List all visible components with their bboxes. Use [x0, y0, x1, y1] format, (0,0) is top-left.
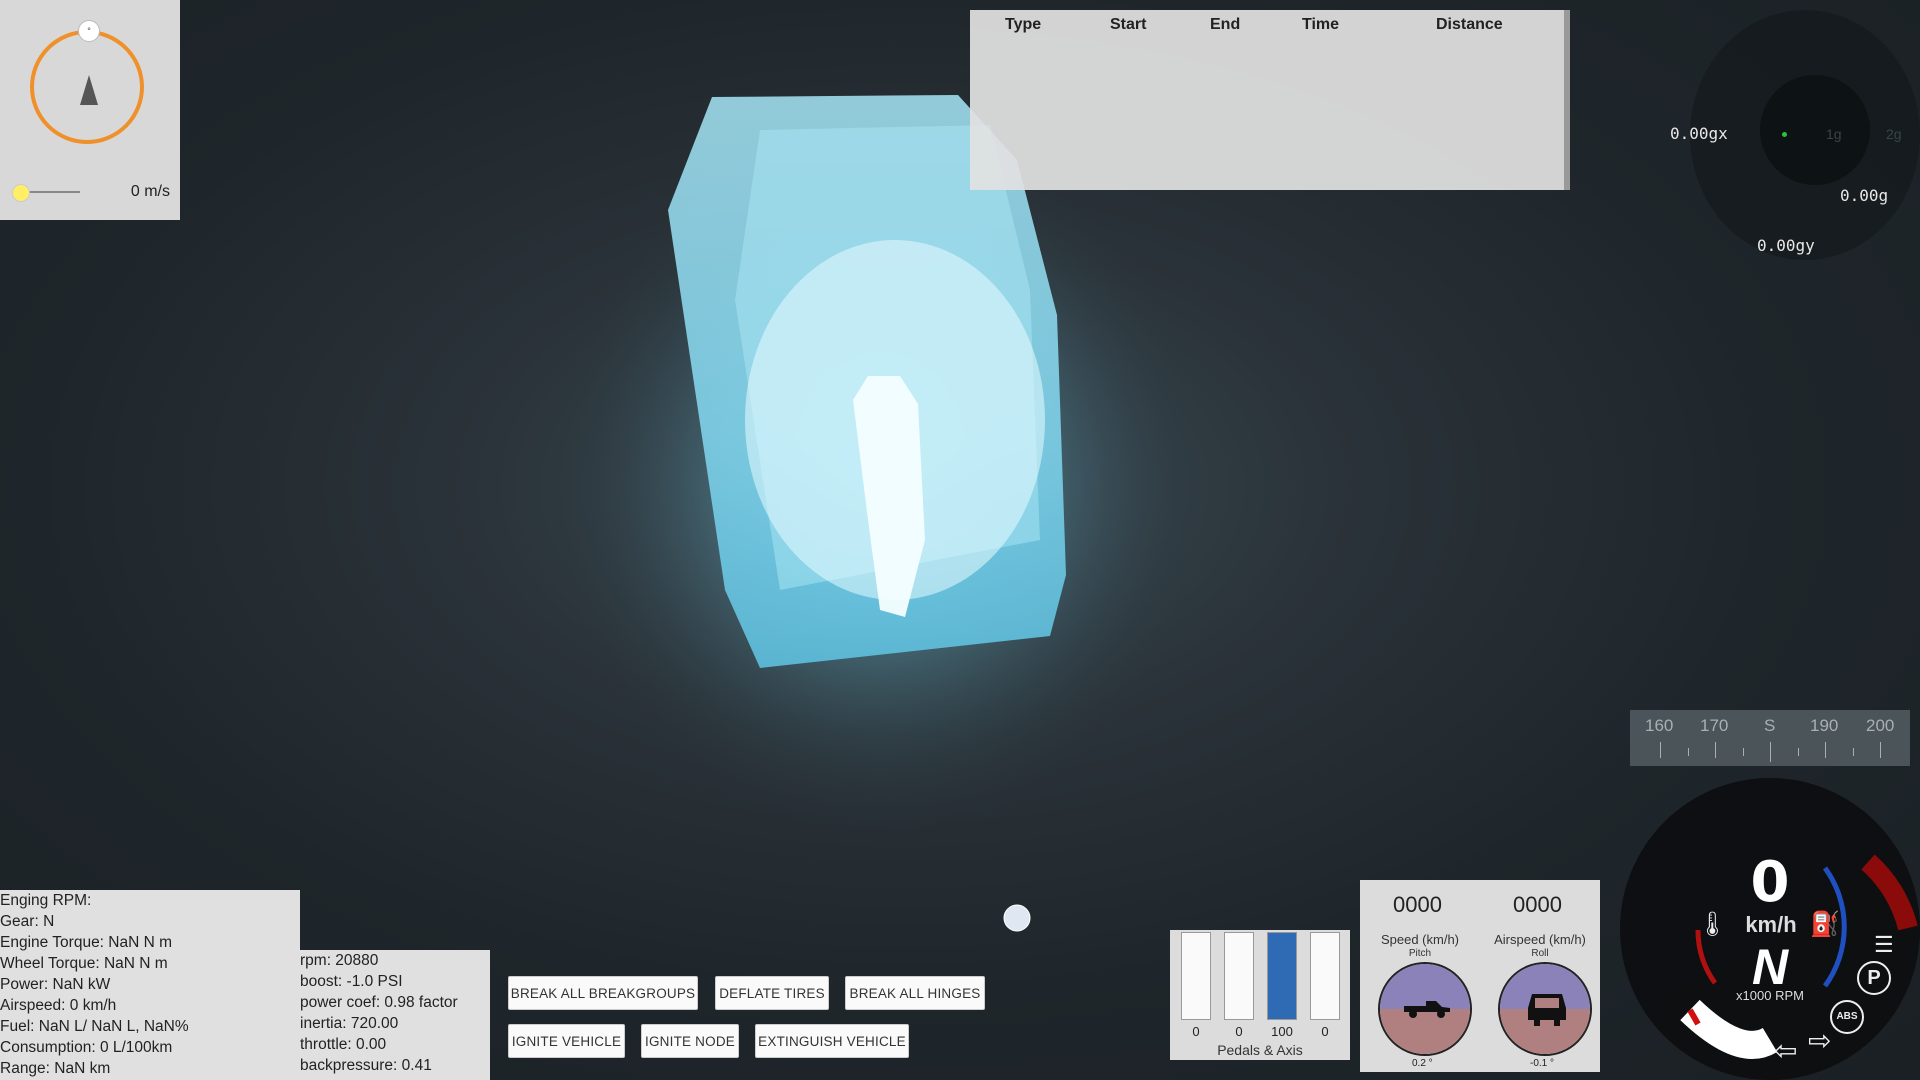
info-rpm: rpm: 20880 — [300, 952, 379, 969]
airspeed-label: Airspeed (km/h) — [1494, 932, 1586, 947]
info-power: Power: NaN kW — [0, 976, 111, 993]
pedal-bar-brake — [1224, 932, 1254, 1020]
info-fuel: Fuel: NaN L/ NaN L, NaN% — [0, 1018, 189, 1035]
column-header-end: End — [1210, 16, 1241, 33]
left-signal-icon: ⇦ — [1774, 1035, 1798, 1066]
column-header-start: Start — [1110, 16, 1147, 33]
pedal-fill — [1268, 933, 1296, 1019]
speed-value: 0000 — [1393, 892, 1442, 917]
info-gear: Gear: N — [0, 913, 55, 930]
fuel-icon: ⛽ — [1810, 911, 1840, 938]
speed-label: Speed (km/h) — [1380, 932, 1460, 947]
heading-tick — [1880, 742, 1881, 758]
pedal-value: 0 — [1192, 1024, 1200, 1039]
ignite-vehicle-button[interactable]: IGNITE VEHICLE — [508, 1024, 625, 1058]
heading-label: 170 — [1700, 716, 1729, 735]
heading-label: S — [1764, 716, 1776, 735]
info-backpressure: backpressure: 0.41 — [300, 1057, 432, 1074]
heading-tape: 160 170 S 190 200 — [1630, 710, 1910, 766]
ignite-node-button[interactable]: IGNITE NODE — [641, 1024, 739, 1058]
heading-tick — [1688, 748, 1689, 756]
deflate-tires-button[interactable]: DEFLATE TIRES — [715, 976, 829, 1010]
pedal-bar-parking — [1267, 932, 1297, 1020]
break-all-breakgroups-button[interactable]: BREAK ALL BREAKGROUPS — [508, 976, 698, 1010]
trip-table: Type Start End Time Distance — [970, 10, 1570, 190]
speed-slider-handle[interactable] — [12, 184, 30, 202]
camera-compass-panel: ° 0 m/s — [0, 0, 180, 220]
pedal-value: 0 — [1235, 1024, 1243, 1039]
pedal-value: 100 — [1271, 1024, 1293, 1039]
pitch-label: Pitch — [1408, 948, 1432, 959]
gforce-y: 0.00gy — [1757, 236, 1815, 255]
attitude-panel: 0000 0000 Speed (km/h) Airspeed (km/h) P… — [1360, 880, 1600, 1072]
heading-tick — [1770, 742, 1771, 762]
extinguish-vehicle-button[interactable]: EXTINGUISH VEHICLE — [755, 1024, 909, 1058]
info-airspeed: Airspeed: 0 km/h — [0, 997, 117, 1014]
break-all-hinges-button[interactable]: BREAK ALL HINGES — [845, 976, 985, 1010]
column-header-distance: Distance — [1436, 16, 1503, 33]
info-wheel-torque: Wheel Torque: NaN N m — [0, 955, 168, 972]
info-boost: boost: -1.0 PSI — [300, 973, 403, 990]
info-engine-rpm: Enging RPM: — [0, 892, 92, 909]
speed-label: 0 m/s — [130, 183, 170, 200]
info-range: Range: NaN km — [0, 1060, 111, 1077]
info-engine-torque: Engine Torque: NaN N m — [0, 934, 173, 951]
engine-info-panel: rpm: 20880 boost: -1.0 PSI power coef: 0… — [300, 950, 490, 1080]
heading-tick — [1825, 742, 1826, 758]
heading-tick — [1660, 742, 1661, 758]
compass-knob[interactable]: ° — [78, 20, 100, 42]
parking-brake-icon: P — [1857, 961, 1891, 995]
vehicle-info-panel: Enging RPM: Gear: N Engine Torque: NaN N… — [0, 890, 300, 1080]
info-consumption: Consumption: 0 L/100km — [0, 1039, 173, 1056]
dashboard-speed-unit: km/h — [1745, 912, 1797, 937]
info-power-coef: power coef: 0.98 factor — [300, 994, 458, 1011]
roll-label: Roll — [1531, 948, 1549, 959]
pedals-label: Pedals & Axis — [1217, 1042, 1303, 1058]
gforce-ring-label-1: 1g — [1826, 126, 1842, 142]
gforce-ring-label-2: 2g — [1886, 126, 1902, 142]
heading-label: 200 — [1866, 716, 1895, 735]
gforce-x: 0.00gx — [1670, 124, 1728, 143]
temperature-icon: 🌡 — [1697, 911, 1728, 938]
heading-tick — [1853, 748, 1854, 756]
pitch-degrees: 0.2 ° — [1412, 1058, 1433, 1069]
column-header-type: Type — [1005, 16, 1042, 33]
sun-orb — [1003, 904, 1031, 932]
info-throttle: throttle: 0.00 — [300, 1036, 387, 1053]
pedals-axis-panel: 0 0 100 0 Pedals & Axis — [1170, 930, 1350, 1060]
gforce-inner-ring — [1760, 75, 1870, 185]
roll-degrees: -0.1 ° — [1530, 1058, 1555, 1069]
gforce-indicator-dot — [1782, 132, 1787, 137]
airspeed-value: 0000 — [1513, 892, 1562, 917]
truck-front-icon — [1528, 994, 1566, 1026]
heading-label: 160 — [1645, 716, 1674, 735]
abs-icon: ABS — [1830, 1000, 1864, 1034]
heading-tick — [1798, 748, 1799, 756]
pedal-bar-throttle — [1181, 932, 1211, 1020]
truck-side-icon — [1404, 1001, 1450, 1018]
column-header-time: Time — [1302, 16, 1340, 33]
pitch-gauge — [1378, 962, 1472, 1056]
gforce-total: 0.00g — [1840, 186, 1889, 205]
info-inertia: inertia: 720.00 — [300, 1015, 399, 1032]
pedal-value: 0 — [1321, 1024, 1329, 1039]
pedal-bar-clutch — [1310, 932, 1340, 1020]
right-signal-icon: ⇨ — [1808, 1025, 1832, 1056]
dashboard-rpm-label: x1000 RPM — [1736, 988, 1804, 1003]
compass-arrow-icon — [80, 75, 98, 105]
roll-gauge — [1498, 962, 1592, 1056]
headlight-icon: ☰ — [1874, 932, 1894, 957]
dashboard-speed: 0 — [1750, 850, 1790, 915]
heading-label: 190 — [1810, 716, 1839, 735]
heading-tick — [1715, 742, 1716, 758]
heading-tick — [1743, 748, 1744, 756]
